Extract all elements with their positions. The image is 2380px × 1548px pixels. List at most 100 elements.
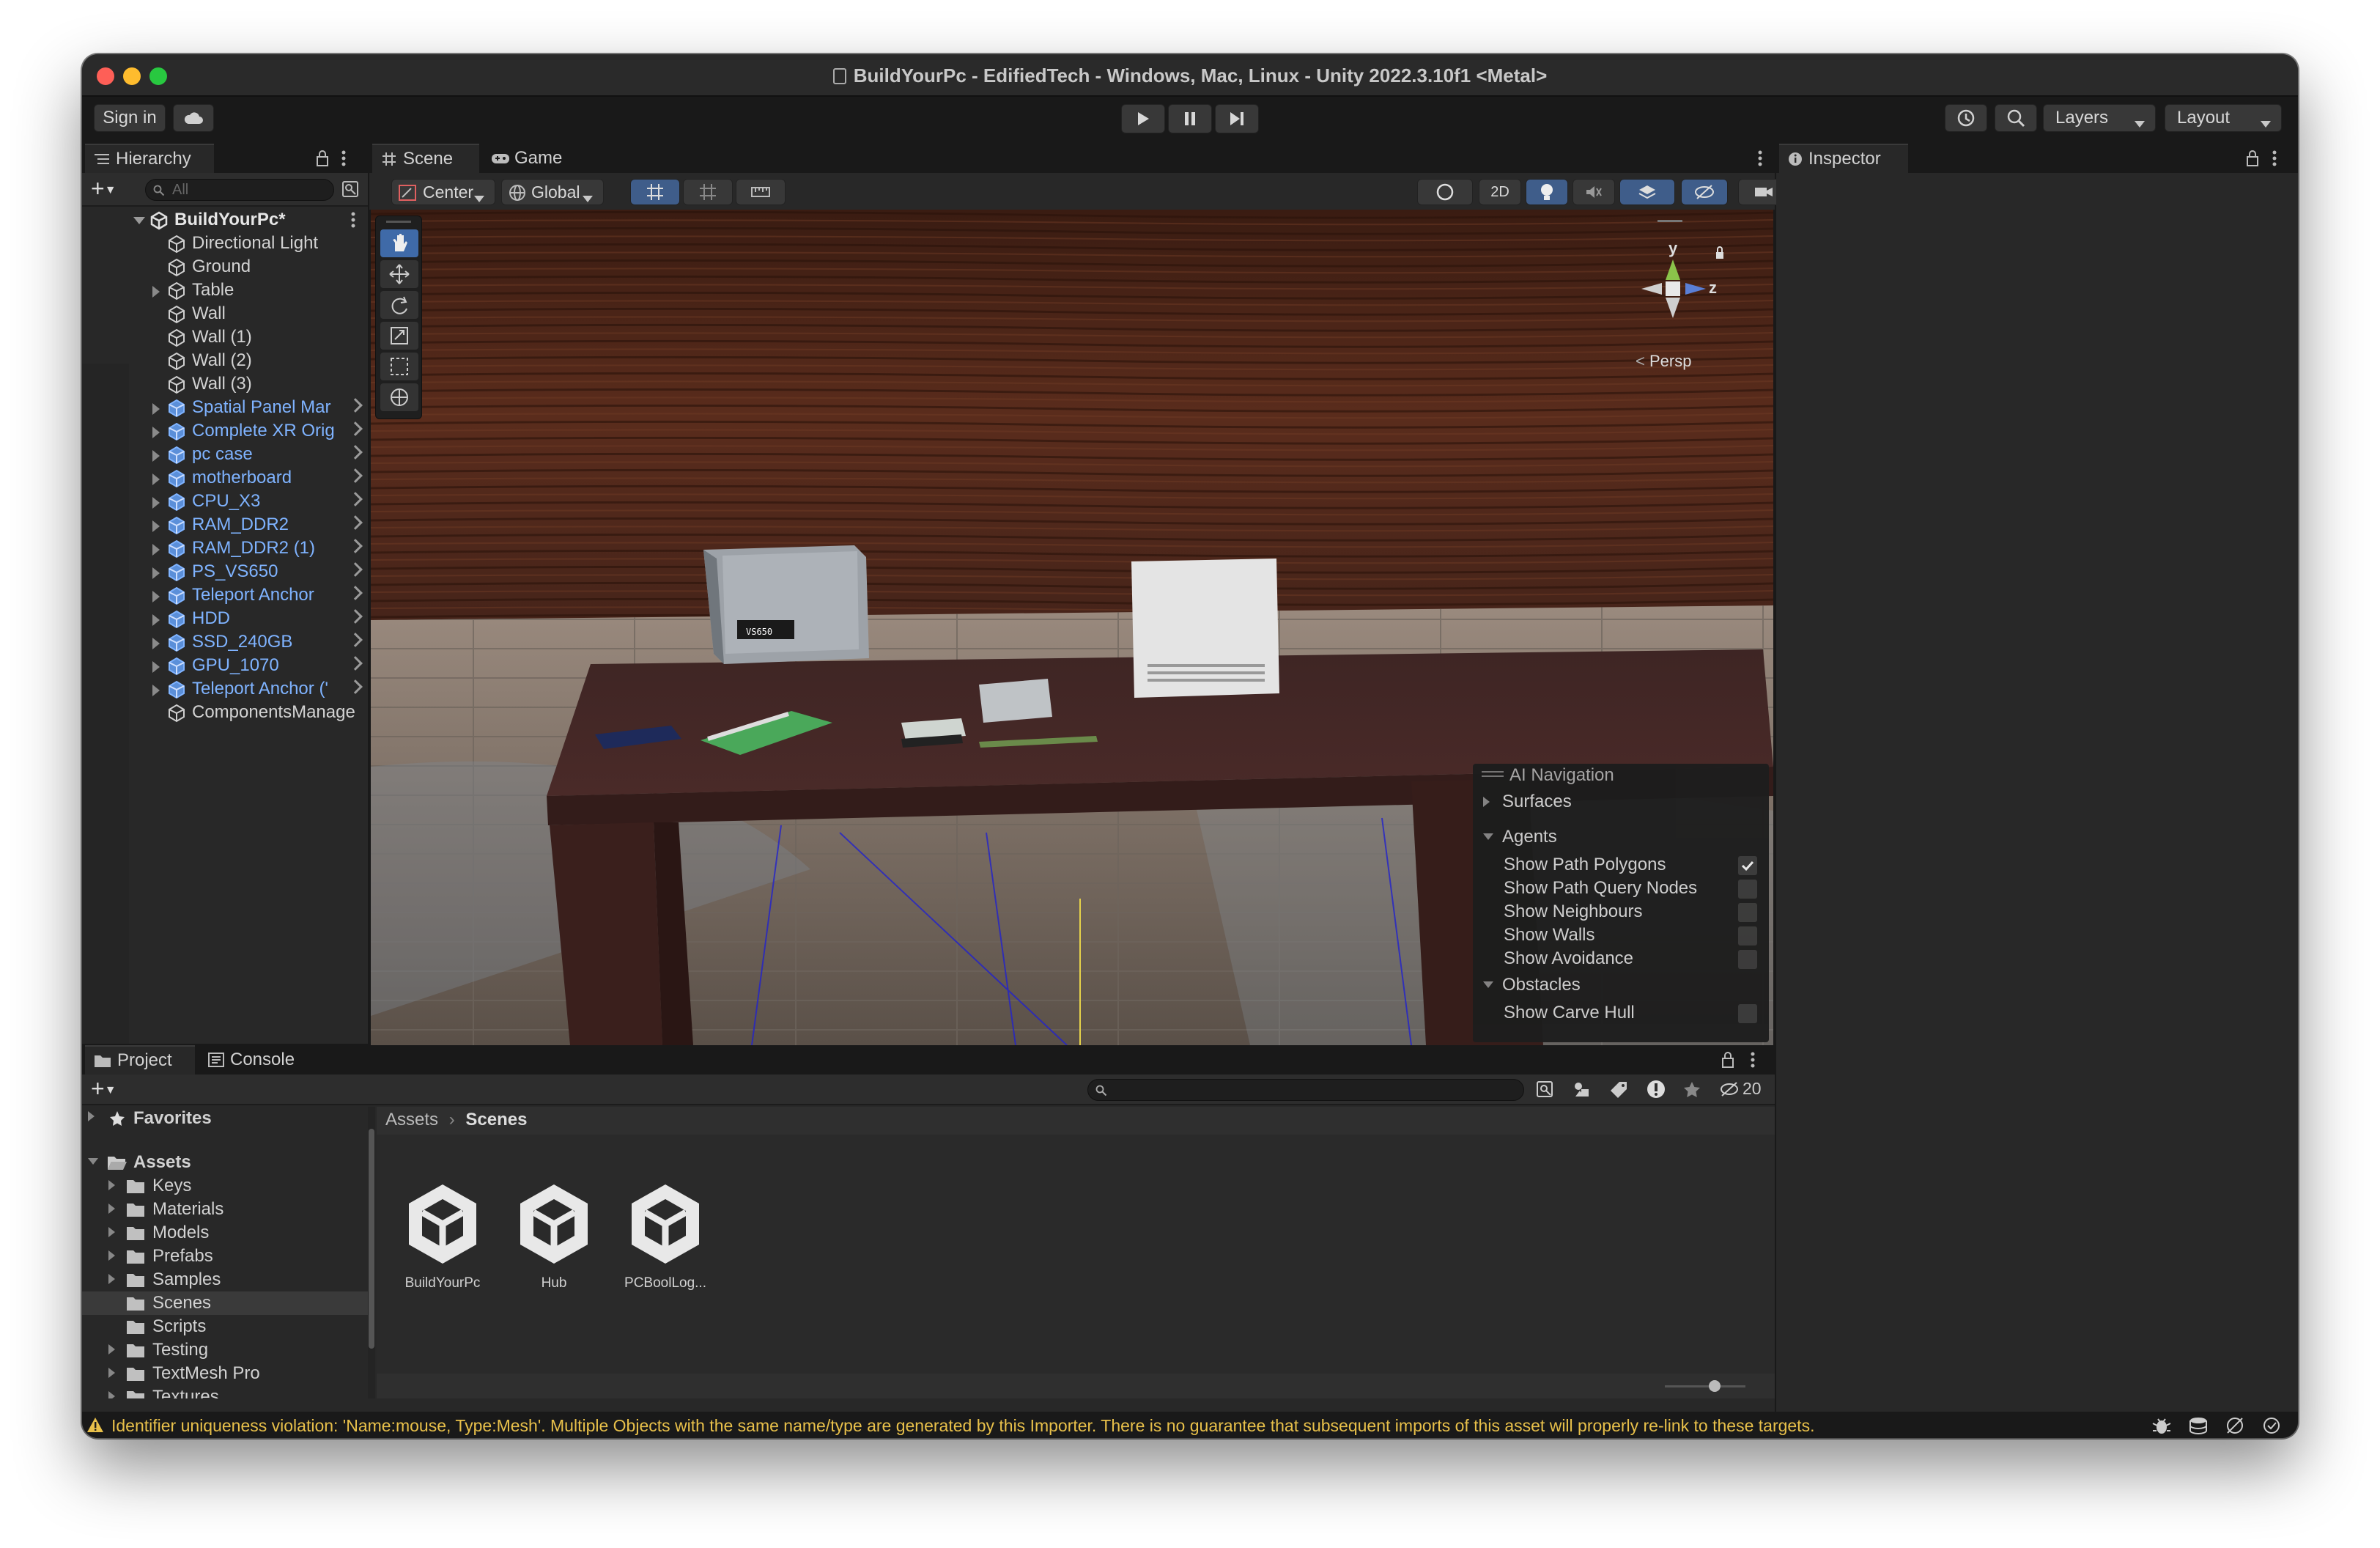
grid-snapping-button[interactable] <box>630 179 680 205</box>
history-button[interactable] <box>1945 104 1987 132</box>
chevron-right-icon[interactable] <box>152 473 166 485</box>
chevron-right-icon[interactable] <box>108 1391 120 1398</box>
chevron-right-icon[interactable] <box>348 468 363 483</box>
chevron-right-icon[interactable] <box>348 539 363 553</box>
chevron-right-icon[interactable] <box>152 567 166 579</box>
chevron-right-icon[interactable] <box>152 403 166 415</box>
status-message[interactable]: Identifier uniqueness violation: 'Name:m… <box>111 1416 1814 1436</box>
toggle-2d-button[interactable]: 2D <box>1479 179 1521 205</box>
chevron-right-icon[interactable] <box>348 586 363 600</box>
hierarchy-root[interactable]: BuildYourPc* <box>82 208 368 232</box>
scene-asset[interactable]: Hub <box>503 1180 605 1291</box>
folder-item[interactable]: Materials <box>82 1198 368 1221</box>
more-options-icon[interactable] <box>340 150 347 167</box>
chevron-right-icon[interactable] <box>108 1204 120 1214</box>
move-tool[interactable] <box>380 260 418 288</box>
drag-handle[interactable] <box>386 221 411 223</box>
chevron-right-icon[interactable] <box>152 614 166 626</box>
tab-project[interactable]: Project <box>85 1045 195 1075</box>
more-options-icon[interactable] <box>2272 150 2277 167</box>
pause-button[interactable] <box>1168 104 1212 133</box>
effects-dropdown[interactable] <box>1619 179 1675 205</box>
perspective-toggle[interactable]: < Persp <box>1636 352 1691 371</box>
gizmo-drag-handle[interactable] <box>1658 220 1682 222</box>
filter-type-icon[interactable] <box>1572 1080 1592 1099</box>
layers-dropdown[interactable]: Layers <box>2043 104 2156 132</box>
folder-tree-scrollbar[interactable] <box>368 1107 375 1398</box>
more-options-icon[interactable] <box>1750 1051 1756 1069</box>
chevron-right-icon[interactable] <box>348 445 363 460</box>
more-options-icon[interactable] <box>1757 150 1763 167</box>
scale-tool[interactable] <box>380 322 418 350</box>
chevron-right-icon[interactable] <box>348 609 363 624</box>
folder-item[interactable]: Keys <box>82 1174 368 1198</box>
chevron-right-icon[interactable] <box>152 497 166 509</box>
folder-item[interactable]: Models <box>82 1221 368 1245</box>
chevron-right-icon[interactable] <box>152 520 166 532</box>
chevron-right-icon[interactable] <box>108 1180 120 1190</box>
scene-asset[interactable]: BuildYourPc <box>391 1180 494 1291</box>
search-button[interactable] <box>1995 104 2037 132</box>
sign-in-button[interactable]: Sign in <box>94 104 166 132</box>
tab-game[interactable]: Game <box>482 144 582 173</box>
chevron-right-icon[interactable] <box>108 1344 120 1354</box>
chevron-right-icon[interactable] <box>348 421 363 436</box>
folder-item[interactable]: TextMesh Pro <box>82 1362 368 1385</box>
scene-visibility-icon[interactable] <box>341 180 359 198</box>
chevron-right-icon[interactable] <box>152 591 166 602</box>
overlay-drag-handle[interactable] <box>1482 771 1504 773</box>
pivot-mode-dropdown[interactable]: Center <box>391 179 495 205</box>
agent-option-checkbox[interactable] <box>1738 926 1757 946</box>
checkmark-circle-icon[interactable] <box>2261 1416 2282 1435</box>
debug-bug-icon[interactable] <box>2151 1416 2172 1435</box>
project-search-input[interactable] <box>1087 1079 1524 1101</box>
search-by-type-icon[interactable] <box>1536 1080 1555 1099</box>
hierarchy-item[interactable]: Wall (1) <box>82 325 368 349</box>
orientation-gizmo[interactable]: y z < Persp <box>1633 223 1742 371</box>
hierarchy-item[interactable]: Wall <box>82 302 368 325</box>
folder-item[interactable]: Samples <box>82 1268 368 1291</box>
chevron-right-icon[interactable] <box>348 398 363 413</box>
chevron-right-icon[interactable] <box>152 685 166 696</box>
audio-toggle[interactable] <box>1572 179 1615 205</box>
icon-size-slider[interactable] <box>1665 1380 1745 1392</box>
tab-scene[interactable]: Scene <box>372 144 479 173</box>
hand-tool[interactable] <box>380 229 418 257</box>
chevron-right-icon[interactable] <box>348 492 363 506</box>
label-tag-icon[interactable] <box>1609 1080 1628 1099</box>
hidden-objects-toggle[interactable] <box>1681 179 1728 205</box>
agent-option-checkbox[interactable] <box>1738 903 1757 922</box>
hierarchy-item[interactable]: Ground <box>82 255 368 279</box>
lock-icon[interactable] <box>2245 150 2260 167</box>
scene-asset[interactable]: PCBoolLog... <box>614 1180 717 1291</box>
surfaces-section[interactable]: Surfaces <box>1483 792 1762 812</box>
lighting-toggle[interactable] <box>1526 179 1568 205</box>
agent-option-checkbox[interactable] <box>1738 880 1757 899</box>
create-asset-button[interactable]: +▼ <box>91 1077 117 1102</box>
step-button[interactable] <box>1215 104 1259 133</box>
warning-filter-icon[interactable] <box>1646 1079 1666 1099</box>
hierarchy-item[interactable]: Table <box>82 279 368 302</box>
lock-icon[interactable] <box>315 150 330 167</box>
layout-dropdown[interactable]: Layout <box>2165 104 2282 132</box>
folder-item[interactable]: Textures <box>82 1385 368 1398</box>
chevron-right-icon[interactable] <box>152 427 166 438</box>
chevron-right-icon[interactable] <box>108 1227 120 1237</box>
chevron-right-icon[interactable] <box>152 544 166 556</box>
add-gameobject-button[interactable]: +▼ <box>91 177 129 200</box>
hierarchy-item[interactable]: Directional Light <box>82 232 368 255</box>
scrollbar-thumb[interactable] <box>369 1129 374 1349</box>
draw-mode-dropdown[interactable] <box>1417 179 1473 205</box>
folder-item[interactable]: Scripts <box>82 1315 368 1338</box>
rect-tool[interactable] <box>380 353 418 380</box>
obstacles-section[interactable]: Obstacles <box>1483 975 1762 995</box>
space-dropdown[interactable]: Global <box>501 179 604 205</box>
star-icon[interactable] <box>1682 1080 1701 1099</box>
play-button[interactable] <box>1121 104 1165 133</box>
obstacle-option-checkbox[interactable] <box>1738 1004 1757 1023</box>
chevron-right-icon[interactable] <box>152 661 166 673</box>
hidden-packages-toggle[interactable]: 20 <box>1719 1079 1762 1099</box>
folder-item[interactable]: Prefabs <box>82 1245 368 1268</box>
chevron-down-icon[interactable] <box>133 217 145 230</box>
cache-server-icon[interactable] <box>2188 1416 2209 1435</box>
